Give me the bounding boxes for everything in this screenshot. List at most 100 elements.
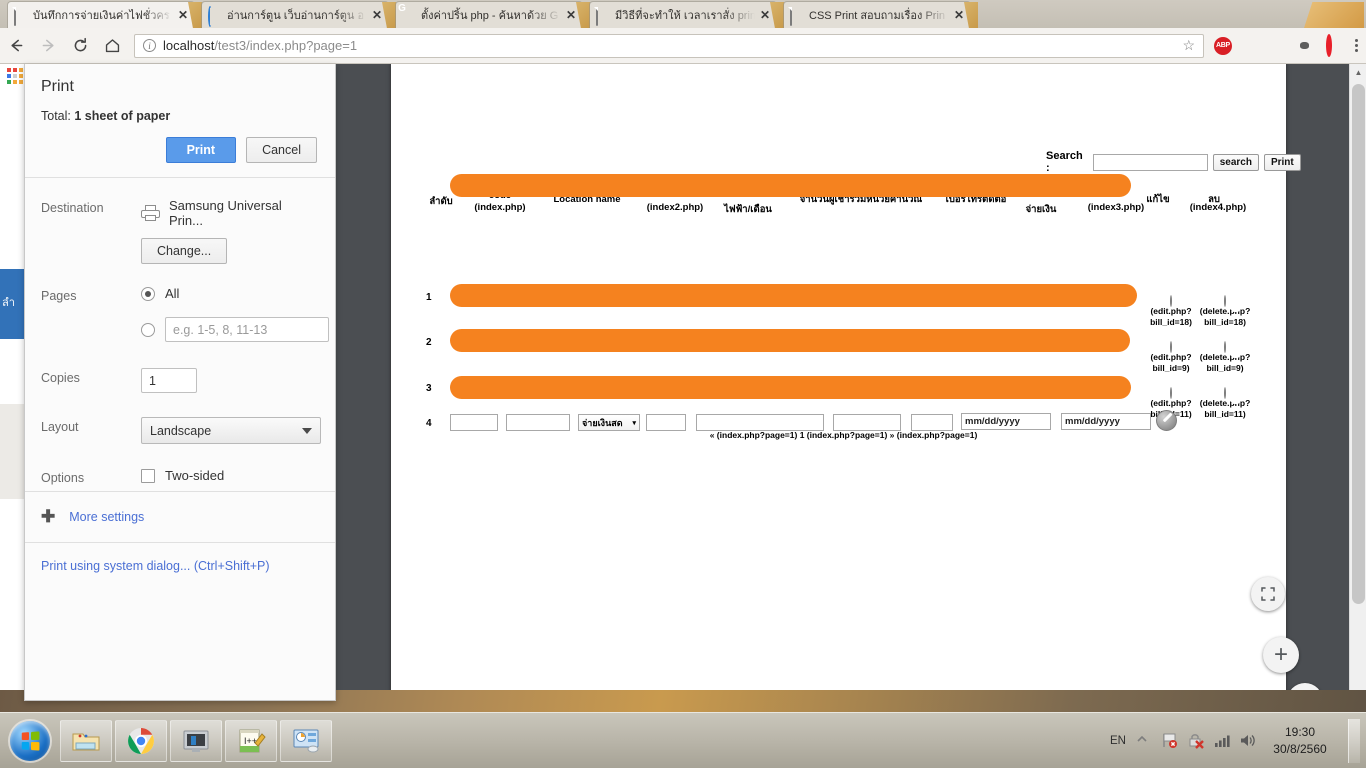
action-center-icon[interactable] — [1187, 732, 1204, 749]
show-hidden-icons[interactable] — [1135, 732, 1152, 749]
home-button[interactable] — [96, 30, 128, 62]
more-settings-button[interactable]: ✚ More settings — [25, 492, 335, 541]
site-info-icon[interactable] — [143, 39, 156, 52]
start-button[interactable] — [3, 719, 57, 763]
location-name-input[interactable] — [506, 414, 570, 431]
globe-icon[interactable] — [1298, 37, 1316, 55]
amount-input[interactable] — [911, 414, 953, 431]
preview-scrollbar[interactable]: ▲ ▼ — [1349, 64, 1366, 712]
search-input[interactable] — [1092, 153, 1208, 171]
url-path: /test3/index.php?page=1 — [214, 38, 358, 53]
browser-tab-3[interactable]: มีวิธีที่จะทำให้ เวลาเราสั่ง prin ✕ — [590, 2, 776, 28]
two-sided-option[interactable]: Two-sided — [141, 468, 319, 483]
forward-button[interactable] — [32, 30, 64, 62]
bookmark-star-icon[interactable]: ☆ — [1182, 37, 1195, 54]
scrollbar-thumb[interactable] — [1352, 84, 1365, 604]
search-button[interactable]: search — [1212, 153, 1259, 171]
copies-row: Copies 1 — [25, 342, 335, 393]
copies-input[interactable]: 1 — [141, 368, 197, 393]
change-destination-button[interactable]: Change... — [141, 238, 228, 264]
print-total: Total: 1 sheet of paper — [41, 109, 319, 123]
zoom-in-button[interactable]: + — [1263, 637, 1299, 673]
submit-pencil-icon[interactable] — [1156, 410, 1177, 431]
tab-close-icon[interactable]: ✕ — [954, 9, 964, 21]
document-print-button[interactable]: Print — [1263, 153, 1301, 171]
trash-icon[interactable] — [1224, 295, 1226, 308]
checkbox-two-sided[interactable] — [141, 468, 155, 483]
taskbar-control-panel[interactable] — [280, 719, 332, 762]
print-button[interactable]: Print — [165, 137, 237, 163]
back-button[interactable] — [0, 30, 32, 62]
document-search-bar: Search : search Print — [1046, 150, 1301, 174]
browser-tab-2[interactable]: ตั้งค่าปริ้น php - ค้นหาด้วย G ✕ — [396, 2, 582, 28]
layout-select[interactable]: Landscape — [141, 417, 321, 444]
pencil-icon[interactable] — [1170, 387, 1172, 400]
delete-link-row-3[interactable]: (delete.php? bill_id=11) — [1192, 378, 1258, 419]
code-input[interactable] — [450, 414, 498, 431]
spinner-icon — [208, 6, 222, 27]
redaction-bar-row-2 — [450, 329, 1130, 352]
tenants-input[interactable] — [696, 414, 824, 431]
address-bar[interactable]: localhost/test3/index.php?page=1 ☆ — [134, 33, 1204, 58]
taskbar-chrome[interactable] — [115, 719, 167, 762]
language-indicator[interactable]: EN — [1110, 735, 1126, 747]
chrome-menu-icon[interactable] — [1354, 37, 1358, 55]
reload-button[interactable] — [64, 30, 96, 62]
date-to-input[interactable]: mm/dd/yyyy — [1061, 413, 1151, 430]
apps-grid-icon[interactable] — [7, 68, 23, 84]
doc-icon — [596, 7, 610, 26]
cancel-button[interactable]: Cancel — [246, 137, 317, 163]
pages-range-input[interactable]: e.g. 1-5, 8, 11-13 — [165, 317, 329, 342]
date-from-input[interactable]: mm/dd/yyyy — [961, 413, 1051, 430]
trash-icon[interactable] — [1224, 387, 1226, 400]
taskbar-monitor-app[interactable] — [170, 719, 222, 762]
tab-close-icon[interactable]: ✕ — [566, 9, 576, 21]
trash-icon[interactable] — [1224, 341, 1226, 354]
tab-title: ตั้งค่าปริ้น php - ค้นหาด้วย G — [421, 10, 559, 22]
delete-link-row-1[interactable]: (delete.php? bill_id=18) — [1192, 286, 1258, 327]
pencil-icon[interactable] — [1170, 295, 1172, 308]
cloud-icon[interactable] — [1270, 37, 1288, 55]
taskbar-editor[interactable]: I++ — [225, 719, 277, 762]
delete-link-label: (delete.php? bill_id=11) — [1199, 398, 1251, 419]
bookmark-manager-icon[interactable] — [1242, 37, 1260, 55]
clock[interactable]: 19:30 30/8/2560 — [1265, 724, 1335, 756]
edit-link-label: (edit.php? bill_id=9) — [1150, 352, 1192, 373]
electric-input[interactable] — [646, 414, 686, 431]
radio-all[interactable] — [141, 286, 155, 301]
pencil-icon[interactable] — [1170, 341, 1172, 354]
explorer-icon — [72, 733, 100, 750]
delete-link-row-2[interactable]: (delete.php? bill_id=9) — [1192, 332, 1258, 373]
tab-close-icon[interactable]: ✕ — [760, 9, 770, 21]
network-flag-icon[interactable] — [1161, 732, 1178, 749]
col-payment: จ่ายเงิน — [1025, 204, 1057, 215]
browser-tab-1[interactable]: อ่านการ์ตูน เว็บอ่านการ์ตูน อ ✕ — [202, 2, 388, 28]
print-system-dialog-link[interactable]: Print using system dialog... (Ctrl+Shift… — [41, 559, 270, 573]
scroll-up-icon[interactable]: ▲ — [1350, 64, 1366, 81]
tab-close-icon[interactable]: ✕ — [372, 9, 382, 21]
signal-strength-icon[interactable] — [1213, 732, 1230, 749]
browser-tab-0[interactable]: บันทึกการจ่ายเงินค่าไฟชั่วคร ✕ — [8, 2, 194, 28]
adblock-plus-icon[interactable]: ABP — [1214, 36, 1232, 55]
new-tab-button[interactable] — [1304, 2, 1364, 28]
show-desktop-button[interactable] — [1348, 718, 1360, 763]
delete-link-label: (delete.php? bill_id=18) — [1199, 306, 1251, 327]
redaction-bar-row-1 — [450, 284, 1137, 307]
radio-range[interactable] — [141, 322, 155, 337]
volume-icon[interactable] — [1239, 732, 1256, 749]
pages-range-option[interactable]: e.g. 1-5, 8, 11-13 — [141, 317, 329, 342]
tab-close-icon[interactable]: ✕ — [178, 9, 188, 21]
chevron-down-icon: ▾ — [632, 419, 636, 427]
phone-input[interactable] — [833, 414, 901, 431]
opera-icon[interactable] — [1326, 33, 1344, 57]
system-dialog-row[interactable]: Print using system dialog... (Ctrl+Shift… — [25, 542, 335, 589]
col-index2: (index2.php) — [646, 202, 704, 213]
browser-tab-4[interactable]: CSS Print สอบถามเรื่อง Prin ✕ — [784, 2, 970, 28]
fit-to-page-button[interactable] — [1251, 577, 1285, 611]
row-number: 2 — [426, 337, 432, 348]
pages-all-option[interactable]: All — [141, 286, 329, 301]
taskbar-explorer[interactable] — [60, 719, 112, 762]
pagination[interactable]: « (index.php?page=1) 1 (index.php?page=1… — [421, 430, 1266, 440]
tab-title: มีวิธีที่จะทำให้ เวลาเราสั่ง prin — [615, 10, 755, 22]
payment-type-select[interactable]: จ่ายเงินสด ▾ — [578, 414, 640, 431]
